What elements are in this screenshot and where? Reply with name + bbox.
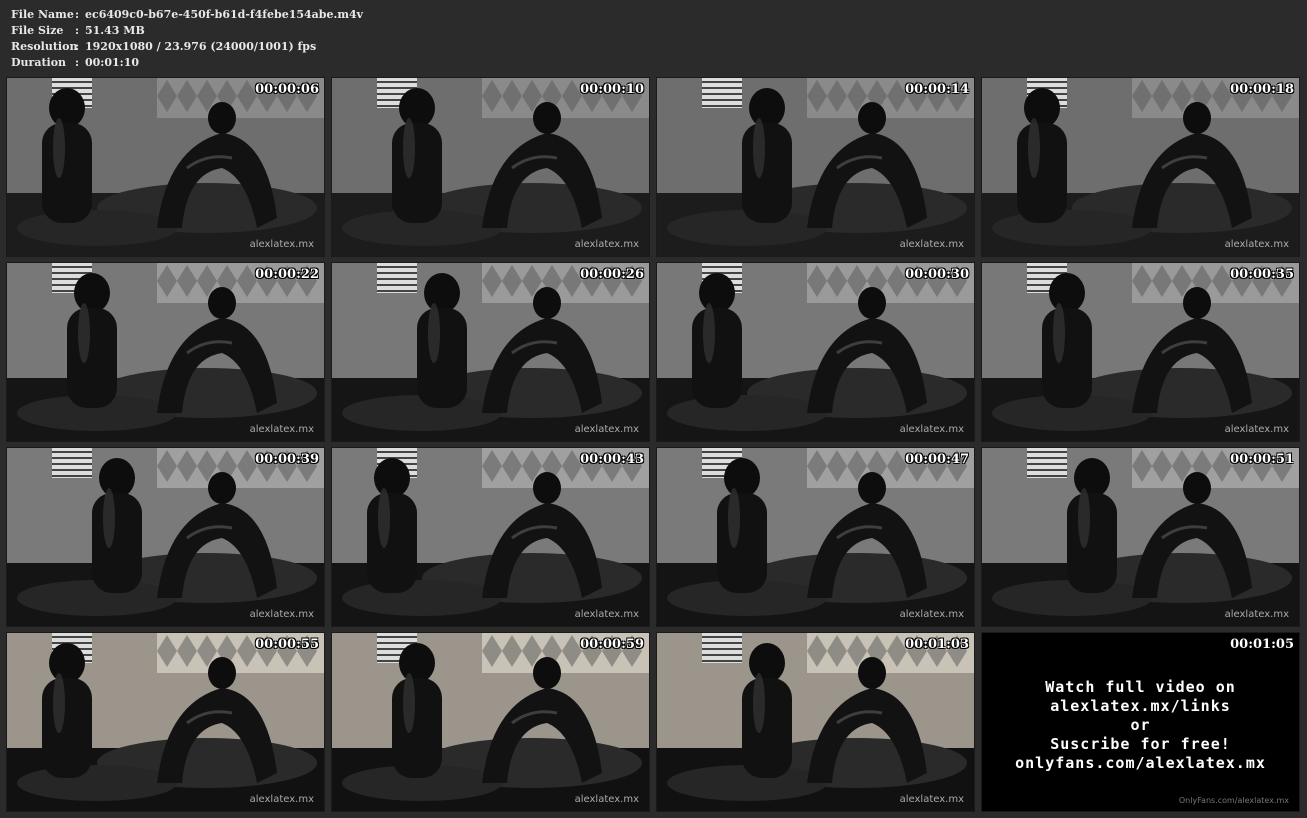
timestamp: 00:01:05 [1230,637,1294,652]
timestamp: 00:00:14 [905,82,969,97]
video-frame-thumbnail[interactable]: 00:00:18 alexlatex.mx [981,77,1300,257]
video-frame-thumbnail[interactable]: 00:00:06 alexlatex.mx [6,77,325,257]
watermark: alexlatex.mx [1224,609,1289,620]
frame-image [657,448,974,626]
timestamp: 00:00:59 [580,637,644,652]
timestamp: 00:01:03 [905,637,969,652]
frame-image [7,448,324,626]
watermark: alexlatex.mx [1224,424,1289,435]
watermark: alexlatex.mx [574,424,639,435]
frame-image [7,78,324,256]
info-separator: : [75,8,80,21]
frame-image [332,633,649,811]
timestamp: 00:00:47 [905,452,969,467]
promo-frame[interactable]: 00:01:05 Watch full video on alexlatex.m… [981,632,1300,812]
frame-image [332,448,649,626]
info-key: Duration [11,56,67,69]
info-key: Resolution [11,40,78,53]
frame-image [657,263,974,441]
frame-image [7,263,324,441]
frame-image [332,263,649,441]
video-frame-thumbnail[interactable]: 00:00:26 alexlatex.mx [331,262,650,442]
timestamp: 00:00:43 [580,452,644,467]
watermark: alexlatex.mx [899,424,964,435]
frame-image [982,78,1299,256]
frame-image [657,78,974,256]
timestamp: 00:00:35 [1230,267,1294,282]
frame-image [657,633,974,811]
promo-line: or [1130,716,1151,734]
info-value: 51.43 MB [85,24,145,37]
timestamp: 00:00:55 [255,637,319,652]
info-separator: : [75,40,80,53]
info-key: File Name [11,8,74,21]
frame-image [7,633,324,811]
timestamp: 00:00:18 [1230,82,1294,97]
info-row-duration: Duration : 00:01:10 [11,55,363,71]
timestamp: 00:00:51 [1230,452,1294,467]
info-separator: : [75,24,80,37]
watermark: alexlatex.mx [249,609,314,620]
timestamp: 00:00:30 [905,267,969,282]
watermark: alexlatex.mx [574,239,639,250]
info-row-file-name: File Name : ec6409c0-b67e-450f-b61d-f4fe… [11,7,363,23]
frame-image [982,448,1299,626]
video-frame-thumbnail[interactable]: 00:00:35 alexlatex.mx [981,262,1300,442]
video-frame-thumbnail[interactable]: 00:00:22 alexlatex.mx [6,262,325,442]
timestamp: 00:00:26 [580,267,644,282]
info-value: 1920x1080 / 23.976 (24000/1001) fps [85,40,317,53]
watermark: alexlatex.mx [249,239,314,250]
video-frame-thumbnail[interactable]: 00:00:51 alexlatex.mx [981,447,1300,627]
watermark: alexlatex.mx [574,794,639,805]
promo-line: Suscribe for free! [1050,735,1231,753]
video-frame-thumbnail[interactable]: 00:00:47 alexlatex.mx [656,447,975,627]
video-frame-thumbnail[interactable]: 00:00:59 alexlatex.mx [331,632,650,812]
info-value: ec6409c0-b67e-450f-b61d-f4febe154abe.m4v [85,8,364,21]
info-value: 00:01:10 [85,56,140,69]
info-row-file-size: File Size : 51.43 MB [11,23,363,39]
contact-sheet: File Name : ec6409c0-b67e-450f-b61d-f4fe… [0,0,1307,818]
promo-line: onlyfans.com/alexlatex.mx [1015,754,1266,772]
video-frame-thumbnail[interactable]: 00:00:30 alexlatex.mx [656,262,975,442]
promo-line: Watch full video on [1045,678,1236,696]
timestamp: 00:00:10 [580,82,644,97]
file-info: File Name : ec6409c0-b67e-450f-b61d-f4fe… [11,7,363,71]
timestamp: 00:00:22 [255,267,319,282]
frame-image [982,263,1299,441]
video-frame-thumbnail[interactable]: 00:00:10 alexlatex.mx [331,77,650,257]
video-frame-thumbnail[interactable]: 00:00:43 alexlatex.mx [331,447,650,627]
watermark: alexlatex.mx [1224,239,1289,250]
watermark: alexlatex.mx [574,609,639,620]
info-key: File Size [11,24,64,37]
promo-line: alexlatex.mx/links [1050,697,1231,715]
watermark: alexlatex.mx [249,424,314,435]
watermark: alexlatex.mx [899,239,964,250]
timestamp: 00:00:06 [255,82,319,97]
promo-message: Watch full video on alexlatex.mx/links o… [982,678,1299,773]
frame-image [332,78,649,256]
info-row-resolution: Resolution : 1920x1080 / 23.976 (24000/1… [11,39,363,55]
watermark: OnlyFans.com/alexlatex.mx [1178,796,1289,805]
watermark: alexlatex.mx [899,609,964,620]
video-frame-thumbnail[interactable]: 00:00:14 alexlatex.mx [656,77,975,257]
video-frame-thumbnail[interactable]: 00:00:39 alexlatex.mx [6,447,325,627]
video-frame-thumbnail[interactable]: 00:00:55 alexlatex.mx [6,632,325,812]
video-frame-thumbnail[interactable]: 00:01:03 alexlatex.mx [656,632,975,812]
thumbnail-grid: 00:01:05 Watch full video on alexlatex.m… [6,77,1302,812]
timestamp: 00:00:39 [255,452,319,467]
watermark: alexlatex.mx [899,794,964,805]
info-separator: : [75,56,80,69]
watermark: alexlatex.mx [249,794,314,805]
